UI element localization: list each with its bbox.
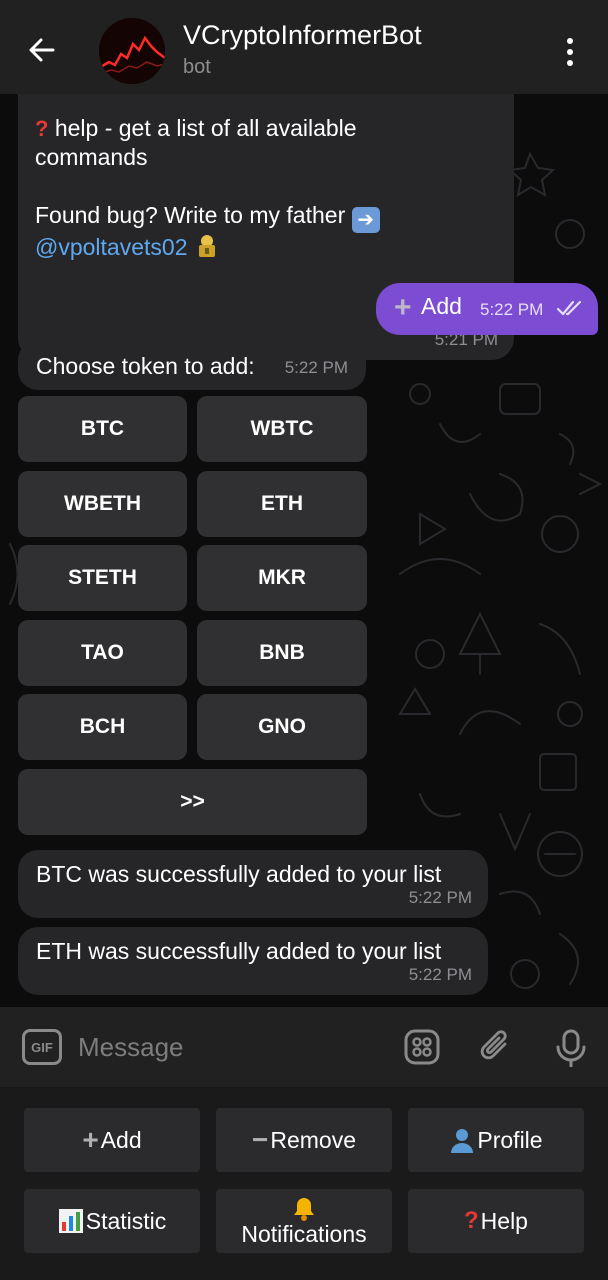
avatar[interactable] [99, 18, 165, 84]
token-button-gno[interactable]: GNO [197, 694, 367, 760]
add-button[interactable]: + Add [24, 1108, 200, 1172]
sticker-icon[interactable] [404, 1029, 440, 1065]
message-time: 5:22 PM [284, 358, 348, 377]
token-button-bnb[interactable]: BNB [197, 620, 367, 686]
message-input-bar: GIF [0, 1007, 608, 1087]
chat-subtitle: bot [183, 56, 211, 78]
chat-messages[interactable]: ? help - get a list of all available com… [0, 94, 608, 1007]
btc-added-text: BTC was successfully added to your list [36, 861, 442, 887]
chart-avatar-icon [99, 18, 165, 84]
next-page-button[interactable]: >> [18, 769, 367, 835]
user-icon [451, 1129, 474, 1153]
read-checks-icon [556, 300, 582, 316]
right-arrow-icon: ➔ [351, 207, 380, 233]
bar-chart-icon [58, 1209, 83, 1233]
choose-token-text: Choose token to add: [36, 353, 255, 379]
help-command-line: ? help - get a list of all available [35, 115, 357, 141]
back-arrow-icon [29, 38, 55, 62]
message-time: 5:22 PM [408, 888, 472, 907]
message-time: 5:22 PM [408, 965, 472, 984]
question-icon: ? [464, 1207, 479, 1234]
gif-icon: GIF [31, 1039, 53, 1055]
token-button-bch[interactable]: BCH [18, 694, 187, 760]
microphone-icon[interactable] [553, 1029, 589, 1067]
plus-icon: + [82, 1124, 99, 1155]
btc-added-message: BTC was successfully added to your list … [18, 850, 488, 918]
bell-icon [294, 1198, 314, 1221]
help-button[interactable]: ? Help [408, 1189, 584, 1253]
chat-title[interactable]: VCryptoInformerBot [183, 20, 422, 51]
father-mention-link[interactable]: @vpoltavets02 [35, 234, 188, 260]
token-button-wbeth[interactable]: WBETH [18, 471, 187, 537]
lock-icon [198, 235, 215, 257]
bug-report-line: Found bug? Write to my father ➔ [35, 201, 498, 233]
message-time: 5:22 PM [480, 300, 544, 319]
more-menu-button[interactable] [552, 30, 588, 74]
eth-added-message: ETH was successfully added to your list … [18, 927, 488, 995]
plus-icon: + [394, 291, 412, 324]
token-button-tao[interactable]: TAO [18, 620, 187, 686]
eth-added-text: ETH was successfully added to your list [36, 938, 442, 964]
bot-reply-keyboard: + Add − Remove Profile Statistic Notific… [0, 1087, 608, 1280]
message-input[interactable] [78, 1027, 378, 1067]
notifications-button[interactable]: Notifications [216, 1189, 392, 1253]
outgoing-text: Add [421, 293, 462, 319]
remove-button[interactable]: − Remove [216, 1108, 392, 1172]
token-button-steth[interactable]: STETH [18, 545, 187, 611]
token-button-mkr[interactable]: MKR [197, 545, 367, 611]
chat-header: VCryptoInformerBot bot [0, 0, 608, 94]
choose-token-message: Choose token to add: 5:22 PM [18, 340, 366, 390]
statistic-button[interactable]: Statistic [24, 1189, 200, 1253]
token-button-wbtc[interactable]: WBTC [197, 396, 367, 462]
token-button-eth[interactable]: ETH [197, 471, 367, 537]
question-icon: ? [35, 116, 49, 141]
help-command-line-cont: commands [35, 144, 148, 170]
gif-button[interactable]: GIF [22, 1029, 62, 1065]
profile-button[interactable]: Profile [408, 1108, 584, 1172]
minus-icon: − [251, 1124, 269, 1155]
more-vertical-icon [567, 38, 573, 66]
token-button-btc[interactable]: BTC [18, 396, 187, 462]
attach-icon[interactable] [478, 1029, 514, 1065]
back-button[interactable] [22, 30, 62, 70]
outgoing-add-message: + Add 5:22 PM [376, 283, 598, 335]
